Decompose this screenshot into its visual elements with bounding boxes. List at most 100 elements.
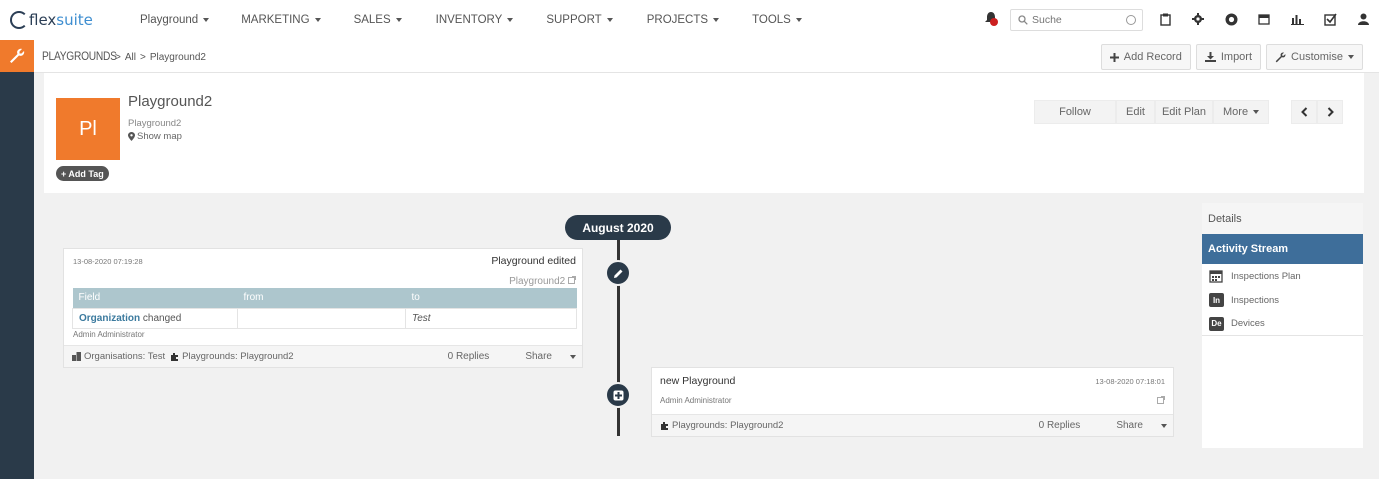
menu-label: Playground [140,14,199,26]
menu-tools[interactable]: TOOLS [752,14,802,26]
tools-wrench-button[interactable] [0,40,34,72]
activity-record-link[interactable]: Playground2 [509,276,576,287]
record-avatar: Pl [56,98,120,160]
previous-record-button[interactable] [1291,100,1317,124]
activity-record-link-label: Playground2 [509,276,566,287]
activity-footer-actions: 0 Replies Share [1021,420,1167,431]
field-link[interactable]: Organization [79,313,140,324]
logo-text-flex: flex [29,11,57,29]
caret-down-icon [713,18,720,22]
top-icon-bar [1158,12,1379,26]
activity-title: new Playground [660,375,736,387]
related-item-label: Devices [1231,318,1265,329]
gear-icon[interactable] [1191,12,1205,26]
menu-support[interactable]: SUPPORT [546,14,613,26]
column-header-to: to [405,288,577,308]
caret-down-icon [795,18,802,22]
menu-marketing[interactable]: MARKETING [241,14,321,26]
plus-circle-icon[interactable] [1224,12,1238,26]
replies-link[interactable]: 0 Replies [448,351,490,362]
share-dropdown[interactable]: Share [507,351,576,362]
customise-button[interactable]: Customise [1266,44,1363,70]
breadcrumb: PLAYGROUNDS > All > Playground2 [42,49,206,63]
show-map-link[interactable]: Show map [128,131,182,142]
details-tab[interactable]: Details [1202,203,1363,234]
add-tag-button[interactable]: + Add Tag [56,166,109,181]
wrench-icon [1275,52,1286,62]
external-link-icon [568,276,576,284]
notification-area [984,0,998,40]
activity-date: 13-08-2020 07:18:01 [1095,377,1165,386]
related-inspections[interactable]: In Inspections [1202,288,1363,312]
import-label: Import [1220,51,1253,63]
related-devices[interactable]: De Devices [1202,312,1363,336]
replies-link[interactable]: 0 Replies [1039,420,1081,431]
menu-playground[interactable]: Playground [140,14,210,26]
search-icon [1018,15,1028,25]
plus-icon [1109,52,1119,62]
activity-date: 13-08-2020 07:19:28 [73,257,143,266]
share-label: Share [525,351,552,362]
menu-inventory[interactable]: INVENTORY [436,14,514,26]
from-cell [237,307,406,329]
calendar-icon [1209,270,1223,283]
to-cell: Test [405,307,577,329]
search-box[interactable] [1010,9,1143,31]
devices-badge-icon: De [1209,316,1224,331]
bell-icon[interactable] [984,11,998,30]
activity-footer: Playgrounds: Playground2 0 Replies Share [652,414,1173,436]
puzzle-icon [171,353,179,361]
caret-down-icon [507,18,514,22]
menu-label: INVENTORY [435,14,503,26]
activity-tag-playground[interactable]: Playgrounds: Playground2 [672,420,783,431]
bar-chart-icon[interactable] [1290,12,1304,26]
pencil-icon [613,269,622,278]
change-table-header: Field from to [72,288,577,308]
follow-button[interactable]: Follow [1034,100,1116,124]
share-dropdown[interactable]: Share [1098,420,1167,431]
external-link-icon[interactable] [1157,395,1165,407]
related-item-label: Inspections Plan [1231,270,1301,282]
next-record-button[interactable] [1317,100,1343,124]
organisation-icon [72,352,81,361]
breadcrumb-module[interactable]: PLAYGROUNDS [42,49,117,63]
left-sidebar [0,40,34,479]
activity-stream-tab[interactable]: Activity Stream [1202,234,1363,264]
field-suffix: changed [140,312,182,324]
chevron-right-icon [1327,107,1334,117]
search-input[interactable] [1032,14,1122,26]
edit-plan-button[interactable]: Edit Plan [1154,100,1213,124]
chevron-left-icon [1300,107,1307,117]
caret-down-icon [570,355,576,359]
activity-author: Admin Administrator [73,330,145,339]
record-actions: Add Record Import Customise [1096,44,1363,70]
calendar-icon[interactable] [1257,12,1271,26]
add-record-button[interactable]: Add Record [1100,44,1191,70]
customise-label: Customise [1291,51,1343,63]
menu-projects[interactable]: PROJECTS [646,14,720,26]
puzzle-icon [661,422,668,430]
more-dropdown[interactable]: More [1213,100,1270,124]
top-navbar: flex suite Playground MARKETING SALES IN… [0,0,1379,40]
activity-tag-organisation[interactable]: Organisations: Test [84,351,165,362]
breadcrumb-current: Playground2 [149,52,206,63]
menu-sales[interactable]: SALES [354,14,402,26]
clipboard-icon[interactable] [1158,12,1172,26]
record-pager [1291,100,1343,124]
user-icon[interactable] [1356,12,1370,26]
activity-tag-playground[interactable]: Playgrounds: Playground2 [182,351,293,362]
caret-down-icon [1161,424,1167,428]
search-clear-icon[interactable] [1126,15,1136,25]
wrench-icon [10,48,25,63]
share-label: Share [1116,420,1143,431]
edit-button[interactable]: Edit [1116,100,1155,124]
checkbox-icon[interactable] [1323,12,1337,26]
record-title: Playground2 [128,93,213,110]
flexsuite-logo[interactable]: flex suite [10,11,120,29]
caret-down-icon [1348,55,1354,59]
menu-label: PROJECTS [646,14,709,26]
related-inspections-plan[interactable]: Inspections Plan [1202,264,1363,288]
breadcrumb-all[interactable]: All [125,52,136,63]
more-label: More [1223,106,1249,118]
import-button[interactable]: Import [1195,44,1262,70]
